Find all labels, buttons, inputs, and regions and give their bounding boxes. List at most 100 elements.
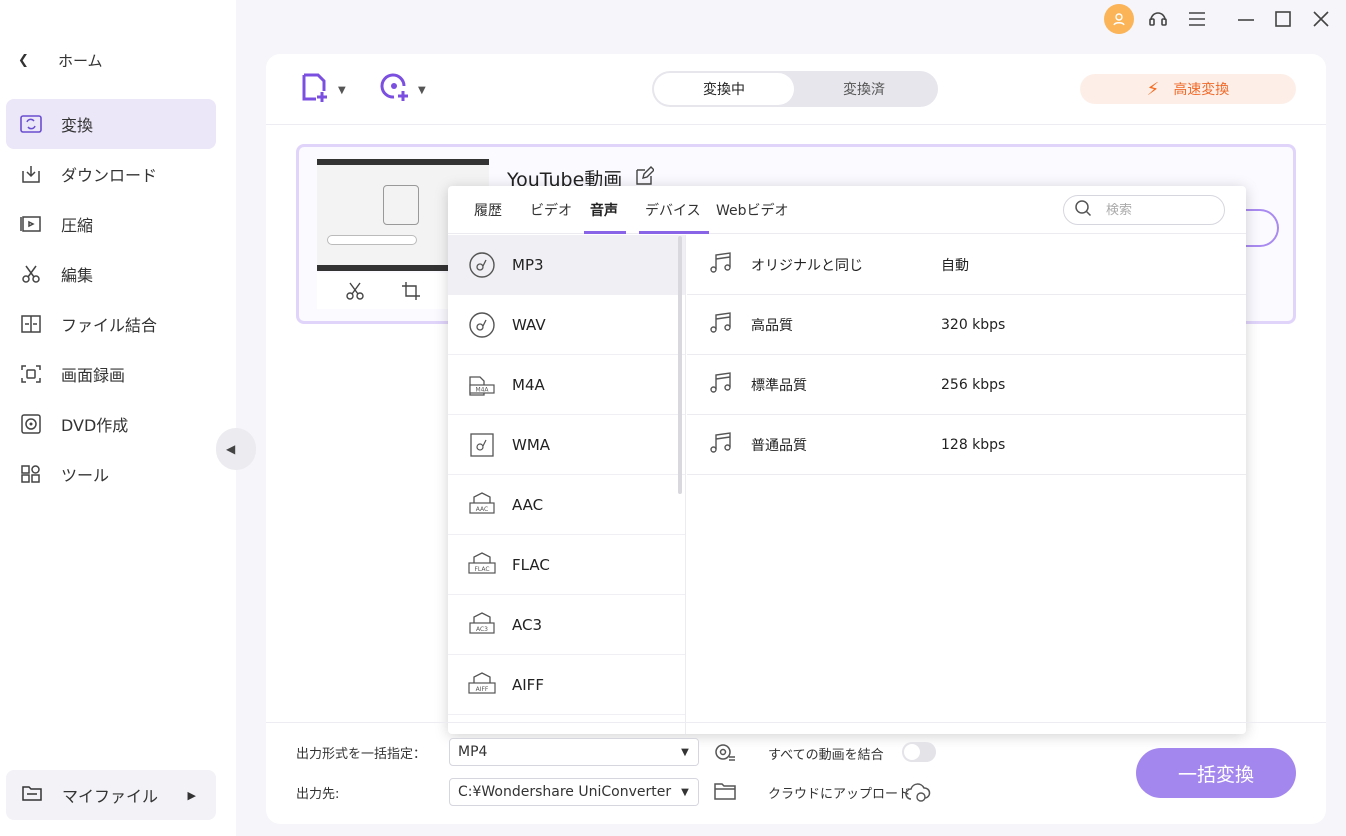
sidebar-nav: 変換 ダウンロード 圧縮 編集 ファイル結合 画面録画 DVD作成 ツール (6, 99, 216, 499)
sidebar-item-label: 変換 (61, 116, 94, 135)
chevron-down-icon: ▼ (338, 84, 346, 96)
sidebar-item-screen-record[interactable]: 画面録画 (6, 349, 216, 399)
format-item-flac[interactable]: FLAC FLAC (448, 535, 685, 595)
format-item-wma[interactable]: WMA (448, 415, 685, 475)
my-files-button[interactable]: マイファイル ▶ (6, 770, 216, 820)
quality-item-normal[interactable]: 普通品質 128 kbps (687, 415, 1246, 475)
format-item-aiff[interactable]: AIFF AIFF (448, 655, 685, 715)
svg-text:FLAC: FLAC (474, 566, 489, 573)
quality-item-standard[interactable]: 標準品質 256 kbps (687, 355, 1246, 415)
convert-status-tabs: 変換中 変換済 (652, 71, 938, 107)
sidebar-item-dvd[interactable]: DVD作成 (6, 399, 216, 449)
aiff-icon: AIFF (468, 671, 496, 699)
sidebar-item-convert[interactable]: 変換 (6, 99, 216, 149)
format-item-m4a[interactable]: M4A M4A (448, 355, 685, 415)
format-item-mp3[interactable]: MP3 (448, 235, 685, 295)
settings-icon[interactable] (713, 740, 737, 768)
quality-list: オリジナルと同じ 自動 高品質 320 kbps 標準品質 256 kbps 普… (687, 235, 1246, 475)
dvd-icon (20, 413, 42, 435)
svg-text:AC3: AC3 (476, 626, 488, 633)
menu-icon[interactable] (1184, 6, 1210, 32)
tab-label: 音声 (590, 203, 618, 219)
search-input[interactable] (1106, 202, 1206, 218)
chevron-right-icon: ▶ (187, 788, 196, 802)
format-item-ac3[interactable]: AC3 AC3 (448, 595, 685, 655)
tab-label: ビデオ (530, 203, 572, 219)
format-label: M4A (512, 375, 545, 394)
quality-item-high[interactable]: 高品質 320 kbps (687, 295, 1246, 355)
m4a-icon: M4A (468, 371, 496, 399)
cloud-icon[interactable] (904, 780, 932, 808)
sidebar-item-edit[interactable]: 編集 (6, 249, 216, 299)
sidebar-item-compress[interactable]: 圧縮 (6, 199, 216, 249)
home-link[interactable]: ❮ ホーム (18, 46, 103, 74)
format-item-aac[interactable]: AAC AAC (448, 475, 685, 535)
format-item-wav[interactable]: WAV (448, 295, 685, 355)
tab-converting[interactable]: 変換中 (654, 73, 794, 105)
folder-icon (22, 784, 42, 806)
format-list-scrollbar[interactable] (678, 236, 682, 494)
convert-icon (20, 113, 42, 135)
user-avatar[interactable] (1104, 4, 1134, 34)
fast-convert-button[interactable]: ⚡ 高速変換 (1080, 74, 1296, 104)
bulk-convert-button[interactable]: 一括変換 (1136, 748, 1296, 798)
sidebar-item-merge[interactable]: ファイル結合 (6, 299, 216, 349)
chevron-down-icon: ▼ (672, 739, 698, 765)
search-icon (1074, 199, 1092, 221)
sidebar-item-label: DVD作成 (61, 416, 129, 435)
folder-icon[interactable] (713, 780, 737, 806)
quality-value: 320 kbps (941, 316, 1006, 333)
sidebar: ❮ ホーム 変換 ダウンロード 圧縮 編集 ファイル結合 画面録画 DVD作成 … (0, 0, 236, 836)
tools-icon (20, 463, 42, 485)
sidebar-item-label: 編集 (61, 266, 94, 285)
tab-web-video[interactable]: Webビデオ (716, 186, 789, 234)
tab-video[interactable]: ビデオ (530, 186, 572, 234)
add-disc-button[interactable]: ▼ (380, 72, 426, 108)
trim-button[interactable] (337, 281, 373, 301)
format-popup: 履歴 ビデオ 音声 デバイス Webビデオ MP3 WAV M4A M4A WM… (448, 186, 1246, 734)
quality-value: 自動 (941, 257, 969, 274)
output-dest-select[interactable]: C:¥Wondershare UniConverter 1 ▼ (449, 778, 699, 806)
tab-audio[interactable]: 音声 (584, 186, 626, 234)
add-file-icon (300, 72, 332, 108)
quality-item-original[interactable]: オリジナルと同じ 自動 (687, 235, 1246, 295)
headset-icon[interactable] (1145, 6, 1171, 32)
tab-underline (639, 231, 709, 234)
output-format-value: MP4 (458, 744, 488, 760)
quality-value: 128 kbps (941, 436, 1006, 453)
tab-history[interactable]: 履歴 (474, 186, 502, 234)
compress-icon (20, 213, 42, 235)
svg-text:M4A: M4A (475, 386, 489, 393)
sidebar-collapse-button[interactable]: ◀ (216, 428, 256, 470)
quality-label: 高品質 (751, 317, 793, 334)
tab-device[interactable]: デバイス (639, 186, 709, 234)
close-icon[interactable] (1308, 6, 1334, 32)
sidebar-item-tools[interactable]: ツール (6, 449, 216, 499)
svg-text:AAC: AAC (476, 506, 488, 513)
merge-toggle[interactable] (902, 742, 936, 762)
toggle-knob (904, 744, 920, 760)
music-note-icon (709, 251, 733, 279)
tab-label: デバイス (645, 203, 701, 219)
sidebar-item-download[interactable]: ダウンロード (6, 149, 216, 199)
screen-record-icon (20, 363, 42, 385)
sidebar-item-label: ファイル結合 (61, 316, 158, 335)
format-label: WAV (512, 315, 546, 334)
format-label: AC3 (512, 615, 543, 634)
ac3-icon: AC3 (468, 611, 496, 639)
scissors-icon (20, 263, 42, 285)
format-search (1063, 195, 1225, 225)
lightning-icon: ⚡ (1146, 78, 1160, 100)
add-disc-icon (380, 72, 412, 108)
divider (266, 124, 1326, 125)
aac-icon: AAC (468, 491, 496, 519)
output-format-select[interactable]: MP4 ▼ (449, 738, 699, 766)
add-file-button[interactable]: ▼ (300, 72, 346, 108)
tab-converted[interactable]: 変換済 (794, 73, 934, 105)
maximize-icon[interactable] (1270, 6, 1296, 32)
search-bar-image (327, 235, 417, 245)
wma-icon (468, 431, 496, 459)
minimize-icon[interactable] (1233, 6, 1259, 32)
format-label: AAC (512, 495, 544, 514)
crop-button[interactable] (393, 281, 429, 301)
